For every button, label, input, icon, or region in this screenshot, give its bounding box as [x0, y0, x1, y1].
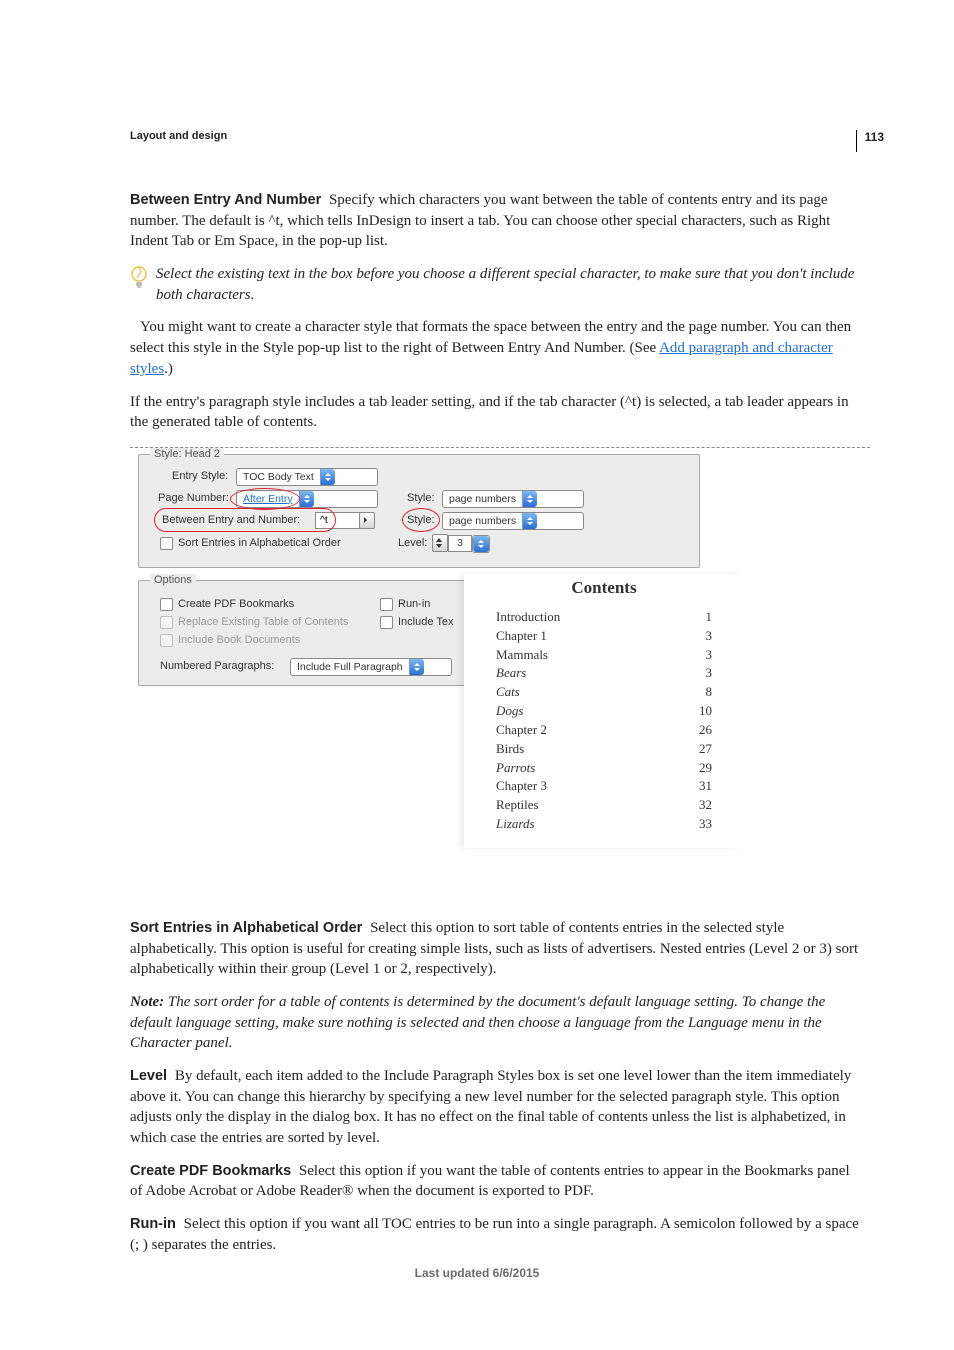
pdf-bookmarks-label: Create PDF Bookmarks [178, 598, 294, 610]
note-text: The sort order for a table of contents i… [130, 994, 825, 1051]
term-pdf: Create PDF Bookmarks [130, 1163, 295, 1179]
toc-preview: Contents Introduction 1 Chapter 1 3 Mammals 3… [464, 574, 742, 848]
runin-checkbox[interactable] [380, 598, 393, 611]
toc-entry: Mammals [496, 646, 548, 665]
sort-label: Sort Entries in Alphabetical Order [178, 537, 341, 549]
toc-entry: Reptiles [496, 796, 539, 815]
entry-style-select[interactable]: TOC Body Text [236, 468, 378, 486]
toc-entry: Birds [496, 740, 524, 759]
toc-row: Lizards 33 [496, 815, 712, 834]
toc-row: Chapter 2 26 [496, 721, 712, 740]
between-flyout[interactable] [359, 512, 375, 529]
toc-page: 27 [699, 740, 712, 759]
runin-label: Run-in [398, 598, 430, 610]
pdf-bookmarks-checkbox[interactable] [160, 598, 173, 611]
toc-page: 3 [706, 646, 713, 665]
circle-annotation-3 [402, 508, 440, 532]
circle-annotation-2 [154, 508, 336, 532]
style1-value: page numbers [443, 493, 522, 505]
style1-label: Style: [407, 492, 435, 504]
footer-last-updated: Last updated 6/6/2015 [0, 1266, 954, 1280]
lightbulb-icon [130, 264, 148, 292]
sort-checkbox[interactable] [160, 537, 173, 550]
toc-row: Introduction 1 [496, 608, 712, 627]
toc-row: Birds 27 [496, 740, 712, 759]
toc-page: 10 [699, 702, 712, 721]
toc-page: 33 [699, 815, 712, 834]
legend-style-head: Style: Head 2 [150, 448, 224, 460]
toc-entry: Cats [496, 683, 520, 702]
style1-select[interactable]: page numbers [442, 490, 584, 508]
level-stepper[interactable] [432, 534, 448, 552]
note-label: Note: [130, 994, 164, 1010]
style2-select[interactable]: page numbers [442, 512, 584, 530]
term-runin: Run-in [130, 1216, 180, 1232]
toc-page: 26 [699, 721, 712, 740]
page-number: 113 [856, 130, 884, 152]
page-number-label: Page Number: [158, 492, 229, 504]
style2-value: page numbers [443, 515, 522, 527]
toc-entry: Parrots [496, 759, 535, 778]
para-sort: Sort Entries in Alphabetical Order Selec… [130, 918, 864, 980]
toc-entry: Bears [496, 664, 526, 683]
text-runin: Select this option if you want all TOC e… [130, 1216, 859, 1253]
level-value[interactable]: 3 [448, 535, 472, 552]
toc-entry: Lizards [496, 815, 535, 834]
toc-page: 29 [699, 759, 712, 778]
para-tab-leader: If the entry's paragraph style includes … [130, 392, 864, 433]
toc-row: Cats 8 [496, 683, 712, 702]
numbered-para-label: Numbered Paragraphs: [160, 660, 274, 672]
term-sort: Sort Entries in Alphabetical Order [130, 920, 366, 936]
include-book-label: Include Book Documents [178, 634, 300, 646]
replace-toc-label: Replace Existing Table of Contents [178, 616, 348, 628]
toc-page: 3 [706, 664, 713, 683]
term-between: Between Entry And Number [130, 192, 325, 208]
tip-block: Select the existing text in the box befo… [130, 264, 864, 305]
para-charstyle-b: .) [164, 361, 173, 377]
level-label: Level: [398, 537, 427, 549]
para-level: Level By default, each item added to the… [130, 1066, 864, 1149]
toc-page: 3 [706, 627, 713, 646]
toc-row: Chapter 1 3 [496, 627, 712, 646]
para-charstyle: You might want to create a character sty… [130, 317, 864, 379]
toc-row: Reptiles 32 [496, 796, 712, 815]
toc-row: Mammals 3 [496, 646, 712, 665]
toc-entry: Dogs [496, 702, 523, 721]
toc-entry: Chapter 1 [496, 627, 547, 646]
level-select[interactable] [472, 535, 490, 553]
include-book-checkbox [160, 634, 173, 647]
term-level: Level [130, 1068, 171, 1084]
toc-title: Contents [496, 578, 712, 598]
section-header: Layout and design [130, 130, 864, 146]
para-runin: Run-in Select this option if you want al… [130, 1214, 864, 1255]
toc-page: 8 [706, 683, 713, 702]
numbered-para-select[interactable]: Include Full Paragraph [290, 658, 452, 676]
toc-row: Dogs 10 [496, 702, 712, 721]
include-text-label: Include Tex [398, 616, 453, 628]
replace-toc-checkbox [160, 616, 173, 629]
entry-style-label: Entry Style: [172, 470, 228, 482]
entry-style-value: TOC Body Text [237, 471, 320, 483]
toc-entry: Introduction [496, 608, 560, 627]
para-pdf: Create PDF Bookmarks Select this option … [130, 1161, 864, 1202]
toc-page: 32 [699, 796, 712, 815]
para-note: Note: The sort order for a table of cont… [130, 992, 864, 1054]
tip-text: Select the existing text in the box befo… [156, 264, 864, 305]
figure-toc-settings: Style: Head 2 Entry Style: TOC Body Text… [130, 447, 870, 878]
toc-page: 1 [706, 608, 713, 627]
toc-entry: Chapter 2 [496, 721, 547, 740]
toc-row: Bears 3 [496, 664, 712, 683]
toc-row: Parrots 29 [496, 759, 712, 778]
circle-annotation-1 [230, 488, 300, 510]
para-between-entry: Between Entry And Number Specify which c… [130, 190, 864, 252]
toc-page: 31 [699, 777, 712, 796]
include-text-checkbox[interactable] [380, 616, 393, 629]
page-body: Layout and design Between Entry And Numb… [0, 0, 954, 1348]
toc-entry: Chapter 3 [496, 777, 547, 796]
legend-options: Options [150, 574, 196, 586]
toc-row: Chapter 3 31 [496, 777, 712, 796]
text-level: By default, each item added to the Inclu… [130, 1068, 851, 1146]
numbered-para-value: Include Full Paragraph [291, 661, 409, 673]
